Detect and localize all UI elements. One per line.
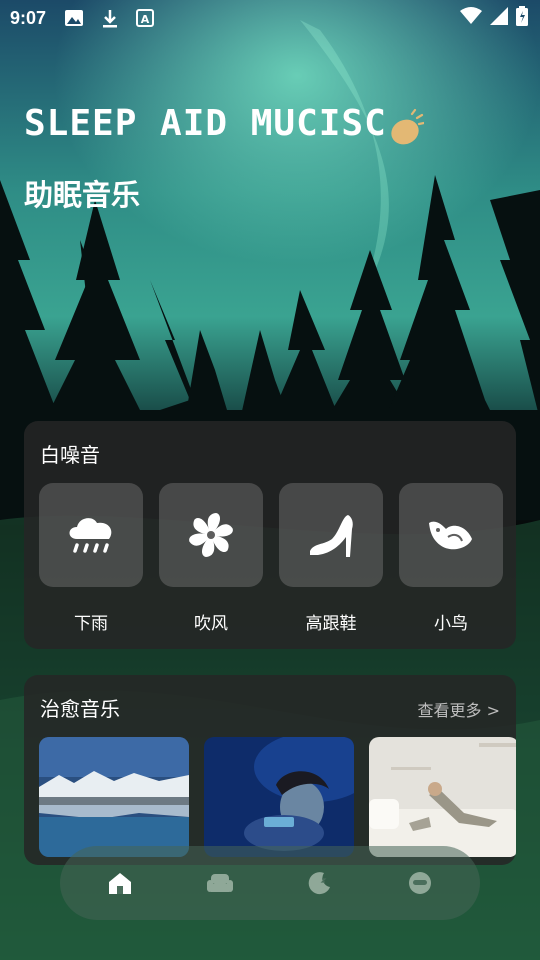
waving-hand-icon [388, 108, 426, 148]
mountain-lake-image[interactable] [39, 737, 189, 857]
fan-icon [189, 513, 233, 557]
noise-item-bird[interactable]: 小鸟 [399, 483, 503, 634]
download-notification-icon [100, 9, 122, 28]
moon-icon [308, 872, 330, 895]
rain-cloud-icon [69, 518, 112, 553]
noise-item-label: 小鸟 [434, 614, 468, 634]
page-subtitle: 助眠音乐 [24, 178, 141, 212]
app-notification-icon: A [136, 9, 158, 27]
healing-music-heading: 治愈音乐 [40, 697, 120, 721]
page-title: SLEEP AID MUCISC [24, 103, 387, 144]
status-time: 9:07 [10, 7, 47, 28]
noise-item-label: 吹风 [194, 614, 228, 634]
white-noise-card: 白噪音 下雨 吹风 高跟鞋 小鸟 [24, 421, 516, 649]
noise-item-label: 下雨 [74, 614, 108, 634]
view-more-link[interactable]: 查看更多 > [418, 697, 501, 721]
nav-home[interactable] [98, 861, 142, 905]
home-icon [109, 873, 131, 894]
image-notification-icon [64, 9, 86, 27]
noise-item-heels[interactable]: 高跟鞋 [279, 483, 383, 634]
nav-moon[interactable] [298, 861, 342, 905]
svg-text:A: A [141, 13, 150, 26]
signal-icon [490, 6, 508, 30]
man-on-sofa-image[interactable] [369, 737, 516, 857]
high-heel-icon [310, 515, 353, 557]
white-noise-heading: 白噪音 [40, 443, 100, 467]
noise-item-label: 高跟鞋 [305, 614, 357, 634]
face-icon [409, 872, 431, 894]
wifi-icon [460, 6, 482, 30]
nav-face[interactable] [398, 861, 442, 905]
battery-icon [516, 5, 528, 31]
healing-music-card: 治愈音乐 查看更多 > [24, 675, 516, 865]
status-bar: 9:07 A [0, 0, 540, 36]
bird-icon [429, 521, 472, 550]
nav-sofa[interactable] [198, 861, 242, 905]
noise-item-wind[interactable]: 吹风 [159, 483, 263, 634]
bottom-nav [60, 846, 480, 920]
noise-item-rain[interactable]: 下雨 [39, 483, 143, 634]
woman-sleeping-image[interactable] [204, 737, 354, 857]
sofa-icon [207, 874, 233, 892]
